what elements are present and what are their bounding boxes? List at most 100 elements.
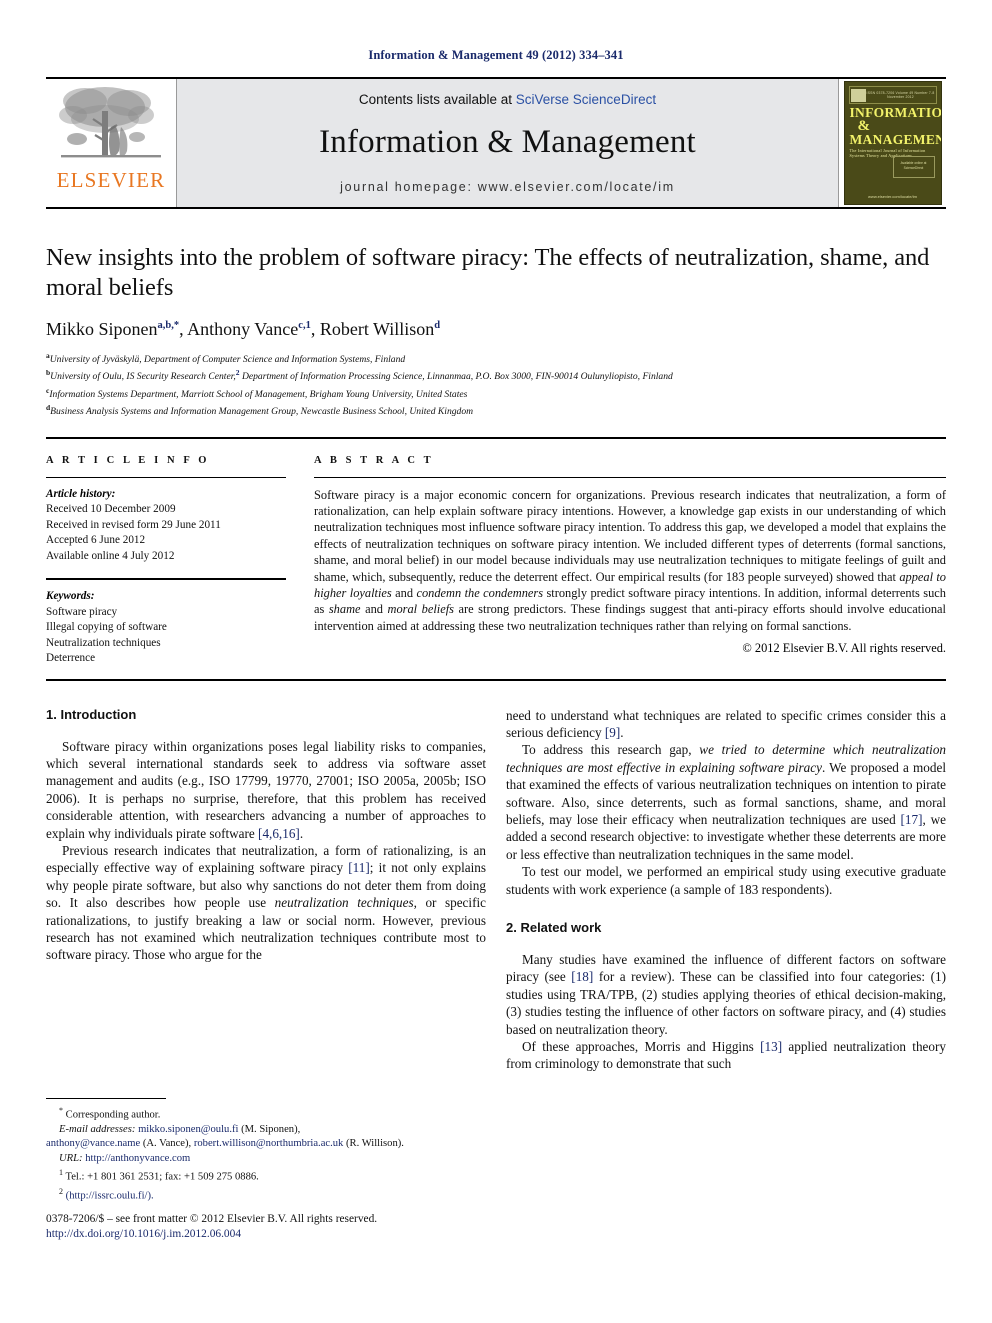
author-affil-marker: d: [434, 320, 441, 331]
paragraph: Previous research indicates that neutral…: [46, 842, 486, 964]
history-item: Received 10 December 2009: [46, 503, 176, 516]
sciencedirect-link[interactable]: SciVerse ScienceDirect: [516, 92, 656, 107]
affiliation-item: aUniversity of Jyväskylä, Department of …: [46, 349, 946, 366]
contents-available-line: Contents lists available at SciVerse Sci…: [359, 92, 656, 107]
affiliation-text: University of Jyväskylä, Department of C…: [49, 354, 406, 366]
history-item: Received in revised form 29 June 2011: [46, 518, 221, 531]
citation-ref[interactable]: [4,6,16]: [258, 826, 300, 841]
affiliation-item: cInformation Systems Department, Marriot…: [46, 384, 946, 401]
paragraph-text: .: [620, 724, 624, 740]
divider: [46, 578, 286, 581]
paragraph: To test our model, we performed an empir…: [506, 864, 946, 897]
email-link[interactable]: robert.willison@northumbria.ac.uk: [194, 1138, 344, 1149]
abstract-italic-2: condemn the condemners: [416, 586, 544, 600]
author-name: Robert Willison: [319, 319, 435, 339]
body-column-right: need to understand what techniques are r…: [506, 707, 946, 1177]
abstract-copyright: © 2012 Elsevier B.V. All rights reserved…: [742, 641, 946, 656]
footnote-text: Corresponding author.: [65, 1109, 161, 1121]
doi-link[interactable]: http://dx.doi.org/10.1016/j.im.2012.06.0…: [46, 1227, 516, 1242]
abstract-italic-4: moral beliefs: [387, 602, 454, 617]
author-affil-marker: a,b,*: [157, 320, 180, 331]
author-list: Mikko Siponena,b,*, Anthony Vancec,1, Ro…: [46, 319, 441, 339]
author-name: Anthony Vance: [187, 319, 299, 339]
abstract-mid-1: and: [391, 586, 417, 600]
email-owner: (R. Willison).: [343, 1138, 404, 1150]
citation-ref[interactable]: [9]: [605, 725, 620, 740]
cover-topbar: ISSN 0378-7206 Volume 49 Number 7-8 Nove…: [848, 86, 937, 104]
url-label: URL:: [59, 1152, 83, 1164]
running-head: Information & Management 49 (2012) 334–3…: [368, 48, 624, 62]
email-owner: (A. Vance),: [140, 1138, 192, 1150]
paragraph-text: Of these approaches, Morris and Higgins: [522, 1039, 761, 1055]
affiliation-text-after: Department of Information Processing Sci…: [239, 371, 673, 383]
citation-ref[interactable]: [13]: [760, 1039, 782, 1054]
issrc-link[interactable]: http://issrc.oulu.fi/: [69, 1191, 147, 1202]
article-history-label: Article history:: [46, 487, 116, 500]
paragraph: Of these approaches, Morris and Higgins …: [506, 1038, 946, 1073]
footnote-area: * Corresponding author. E-mail addresses…: [46, 1098, 486, 1204]
info-abstract-region: A R T I C L E I N F O Article history: R…: [46, 439, 946, 667]
divider-below-abstract: [46, 678, 946, 681]
journal-homepage-link[interactable]: journal homepage: www.elsevier.com/locat…: [340, 180, 675, 194]
footnote-divider: [46, 1098, 166, 1099]
email-link[interactable]: mikko.siponen@oulu.fi: [138, 1124, 238, 1135]
history-item: Accepted 6 June 2012: [46, 534, 146, 547]
journal-cover-thumbnail: ISSN 0378-7206 Volume 49 Number 7-8 Nove…: [843, 81, 942, 205]
paragraph: Software piracy within organizations pos…: [46, 738, 486, 842]
email-owner: (M. Siponen),: [238, 1123, 301, 1135]
asterisk-icon: *: [59, 1106, 63, 1115]
front-matter-line: 0378-7206/$ – see front matter © 2012 El…: [46, 1213, 378, 1225]
publisher-logo-block: ELSEVIER: [46, 79, 177, 207]
paragraph-text: need to understand what techniques are r…: [506, 707, 946, 740]
abstract-label: A B S T R A C T: [314, 454, 434, 466]
cover-url: www.elsevier.com/locate/im: [868, 194, 917, 199]
paragraph: Many studies have examined the influence…: [506, 951, 946, 1038]
footnote-paren-close: ).: [147, 1190, 154, 1202]
paragraph: need to understand what techniques are r…: [506, 707, 946, 742]
abstract-italic-3: shame: [328, 602, 361, 617]
affiliation-text: Business Analysis Systems and Informatio…: [50, 406, 474, 418]
keyword-item: Neutralization techniques: [46, 636, 161, 649]
footnote-url: URL: http://anthonyvance.com: [46, 1152, 486, 1166]
citation-ref[interactable]: [18]: [571, 969, 593, 984]
paragraph-text: To address this research gap,: [522, 742, 700, 758]
cover-title: INFORMATION & MANAGEMENT: [850, 106, 941, 147]
footnote-text: Tel.: +1 801 361 2531; fax: +1 509 275 0…: [65, 1171, 259, 1183]
article-page: Information & Management 49 (2012) 334–3…: [0, 0, 992, 1323]
abstract-mid-2: and: [360, 602, 388, 617]
journal-cover-block: ISSN 0378-7206 Volume 49 Number 7-8 Nove…: [838, 79, 946, 207]
history-item: Available online 4 July 2012: [46, 549, 175, 562]
cover-badge: Available online at ScienceDirect: [892, 156, 935, 178]
paragraph: To address this research gap, we tried t…: [506, 741, 946, 863]
keyword-item: Deterrence: [46, 652, 96, 665]
affiliation-list: aUniversity of Jyväskylä, Department of …: [46, 349, 946, 419]
cover-title-line2: MANAGEMENT: [849, 132, 941, 147]
masthead-center: Contents lists available at SciVerse Sci…: [177, 79, 838, 207]
keyword-item: Software piracy: [46, 605, 118, 618]
page-title: New insights into the problem of softwar…: [46, 244, 930, 301]
email-link[interactable]: anthony@vance.name: [46, 1138, 140, 1149]
elsevier-wordmark: ELSEVIER: [56, 168, 166, 192]
affiliation-item: dBusiness Analysis Systems and Informati…: [46, 401, 946, 418]
citation-ref[interactable]: [11]: [348, 860, 369, 875]
contents-prefix: Contents lists available at: [358, 92, 516, 107]
affiliation-text: Information Systems Department, Marriott…: [49, 388, 468, 400]
cover-elsevier-icon: [850, 88, 866, 102]
section-heading-related-work: 2. Related work: [506, 920, 602, 936]
paragraph-italic: neutralization techniques: [274, 895, 414, 911]
cover-badge-text: Available online at ScienceDirect: [900, 161, 927, 170]
author-url-link[interactable]: http://anthonyvance.com: [85, 1153, 190, 1164]
divider: [46, 476, 286, 478]
section-heading-introduction: 1. Introduction: [46, 706, 137, 722]
keywords-label: Keywords:: [46, 590, 95, 603]
footnote-emails: E-mail addresses: mikko.siponen@oulu.fi …: [46, 1123, 486, 1152]
elsevier-tree-icon: [59, 87, 161, 158]
author-affil-marker: c,1: [298, 320, 311, 331]
keyword-item: Illegal copying of software: [46, 621, 167, 634]
affiliation-text-before: University of Oulu, IS Security Research…: [50, 371, 236, 383]
page-footer: 0378-7206/$ – see front matter © 2012 El…: [46, 1212, 516, 1242]
footnote-marker: 2: [59, 1187, 63, 1197]
abstract-part-1: Software piracy is a major economic conc…: [314, 487, 946, 584]
footnote-note-2: 2 (http://issrc.oulu.fi/).: [46, 1185, 486, 1204]
citation-ref[interactable]: [17]: [901, 812, 923, 827]
